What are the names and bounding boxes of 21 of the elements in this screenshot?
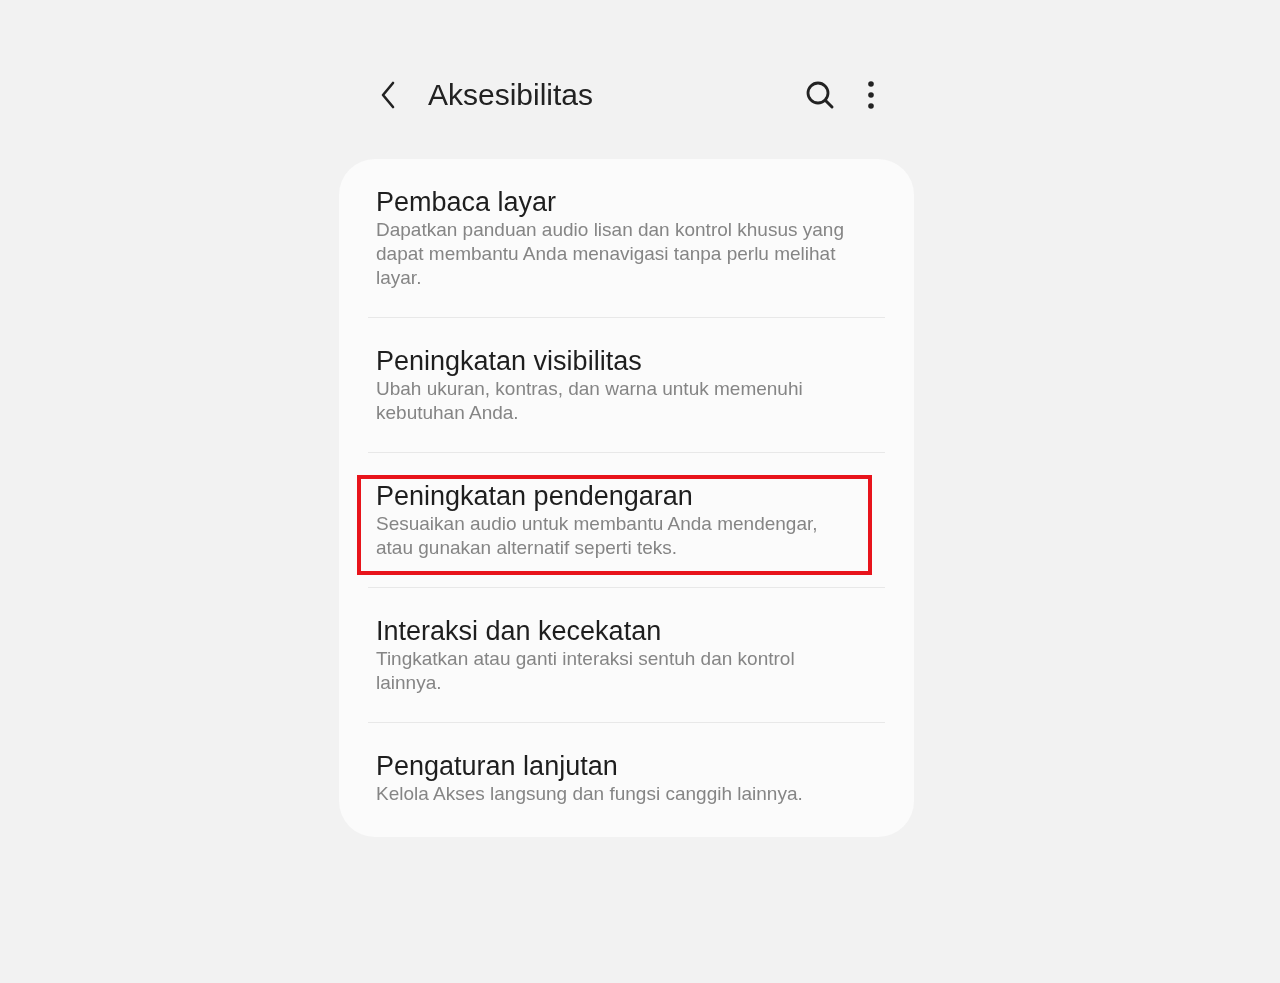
search-button[interactable] [804, 79, 836, 111]
settings-item[interactable]: Peningkatan visibilitas Ubah ukuran, kontras, dan warna untuk memenuhi kebutuhan Anda. [339, 318, 914, 452]
settings-item[interactable]: Peningkatan pendengaran Sesuaikan audio untuk membantu Anda mendengar, atau gunakan alternatif seperti teks. [339, 453, 914, 587]
page-title: Aksesibilitas [428, 77, 594, 113]
item-title: Pembaca layar [376, 186, 558, 218]
settings-item[interactable]: Pembaca layar Dapatkan panduan audio lisan dan kontrol khusus yang dapat membantu Anda menavigasi tanpa perlu melihat layar. [339, 159, 914, 317]
item-description: Kelola Akses langsung dan fungsi canggih lainnya. [376, 782, 804, 806]
item-description: Tingkatkan atau ganti interaksi sentuh dan kontrol lainnya. [376, 647, 796, 695]
settings-item[interactable]: Interaksi dan kecekatan Tingkatkan atau ganti interaksi sentuh dan kontrol lainnya. [339, 588, 914, 722]
item-title: Peningkatan pendengaran [376, 480, 694, 512]
item-description: Ubah ukuran, kontras, dan warna untuk memenuhi kebutuhan Anda. [376, 377, 804, 425]
item-title: Interaksi dan kecekatan [376, 615, 663, 647]
item-description: Sesuaikan audio untuk membantu Anda mendengar, atau gunakan alternatif seperti teks. [376, 512, 819, 560]
more-options-button[interactable] [866, 80, 876, 110]
settings-item[interactable]: Pengaturan lanjutan Kelola Akses langsung dan fungsi canggih lainnya. [339, 723, 914, 833]
item-title: Pengaturan lanjutan [376, 750, 619, 782]
back-icon [380, 81, 396, 109]
search-icon [805, 80, 835, 110]
item-title: Peningkatan visibilitas [376, 345, 643, 377]
item-description: Dapatkan panduan audio lisan dan kontrol khusus yang dapat membantu Anda menavigasi tanpa perlu melihat layar. [376, 218, 845, 290]
more-options-icon [868, 81, 874, 109]
